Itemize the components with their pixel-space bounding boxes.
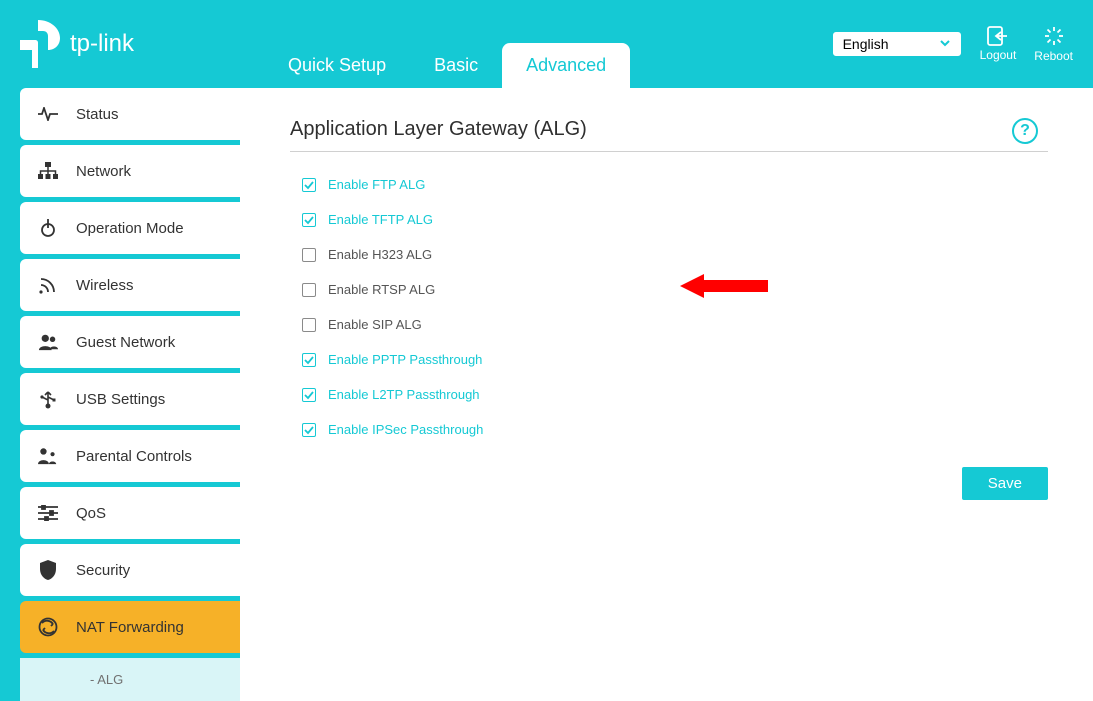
logout-label: Logout <box>980 48 1017 62</box>
sidebar-item-qos[interactable]: QoS <box>20 487 240 539</box>
option-label: Enable IPSec Passthrough <box>328 422 483 437</box>
sidebar-label: Wireless <box>76 277 134 294</box>
sidebar: Status Network Operation Mode Wireless G… <box>0 88 240 701</box>
option-row: Enable FTP ALG <box>302 177 1048 192</box>
tab-advanced[interactable]: Advanced <box>502 43 630 88</box>
chevron-down-icon <box>939 36 951 52</box>
main-tabs: Quick Setup Basic Advanced <box>264 0 630 88</box>
language-select[interactable]: English <box>832 31 962 57</box>
sidebar-item-guest-network[interactable]: Guest Network <box>20 316 240 368</box>
option-label: Enable FTP ALG <box>328 177 425 192</box>
guest-network-icon <box>38 332 58 352</box>
sidebar-item-wireless[interactable]: Wireless <box>20 259 240 311</box>
sidebar-item-usb-settings[interactable]: USB Settings <box>20 373 240 425</box>
sidebar-sub-label: - ALG <box>90 672 123 687</box>
option-label: Enable PPTP Passthrough <box>328 352 482 367</box>
top-bar: tp-link Quick Setup Basic Advanced Engli… <box>0 0 1093 88</box>
checkbox[interactable] <box>302 423 316 437</box>
checkbox[interactable] <box>302 213 316 227</box>
reboot-label: Reboot <box>1034 49 1073 63</box>
sidebar-label: QoS <box>76 505 106 522</box>
sidebar-label: Parental Controls <box>76 448 192 465</box>
reboot-icon <box>1043 25 1065 47</box>
option-label: Enable H323 ALG <box>328 247 432 262</box>
sidebar-label: Guest Network <box>76 334 175 351</box>
option-row: Enable RTSP ALG <box>302 282 1048 297</box>
option-row: Enable TFTP ALG <box>302 212 1048 227</box>
tab-quick-setup[interactable]: Quick Setup <box>264 43 410 88</box>
sidebar-item-network[interactable]: Network <box>20 145 240 197</box>
option-row: Enable H323 ALG <box>302 247 1048 262</box>
sidebar-item-operation-mode[interactable]: Operation Mode <box>20 202 240 254</box>
sidebar-label: Status <box>76 106 119 123</box>
checkbox[interactable] <box>302 283 316 297</box>
parental-controls-icon <box>38 446 58 466</box>
language-value: English <box>843 36 889 52</box>
checkbox[interactable] <box>302 318 316 332</box>
option-label: Enable TFTP ALG <box>328 212 433 227</box>
option-row: Enable PPTP Passthrough <box>302 352 1048 367</box>
checkbox[interactable] <box>302 353 316 367</box>
highlight-arrow-icon <box>680 271 770 301</box>
logout-icon <box>987 26 1009 46</box>
checkbox[interactable] <box>302 178 316 192</box>
option-label: Enable SIP ALG <box>328 317 422 332</box>
checkbox[interactable] <box>302 388 316 402</box>
sidebar-item-parental-controls[interactable]: Parental Controls <box>20 430 240 482</box>
sidebar-subitem-alg[interactable]: - ALG <box>20 658 240 701</box>
option-label: Enable RTSP ALG <box>328 282 435 297</box>
wireless-icon <box>38 275 58 295</box>
nat-forwarding-icon <box>38 617 58 637</box>
sidebar-item-security[interactable]: Security <box>20 544 240 596</box>
tp-link-logo-icon <box>20 20 62 68</box>
usb-icon <box>38 389 58 409</box>
alg-options: Enable FTP ALG Enable TFTP ALG Enable H323… <box>290 177 1048 437</box>
sidebar-label: Network <box>76 163 131 180</box>
sidebar-label: Operation Mode <box>76 220 184 237</box>
save-button[interactable]: Save <box>962 467 1048 500</box>
status-icon <box>38 104 58 124</box>
sidebar-item-status[interactable]: Status <box>20 88 240 140</box>
main-panel: ? Application Layer Gateway (ALG) Enable… <box>240 88 1093 701</box>
qos-icon <box>38 503 58 523</box>
sidebar-label: NAT Forwarding <box>76 619 184 636</box>
sidebar-item-nat-forwarding[interactable]: NAT Forwarding <box>20 601 240 653</box>
option-row: Enable L2TP Passthrough <box>302 387 1048 402</box>
security-icon <box>38 560 58 580</box>
option-row: Enable IPSec Passthrough <box>302 422 1048 437</box>
section-title: Application Layer Gateway (ALG) <box>290 118 1048 152</box>
reboot-button[interactable]: Reboot <box>1034 25 1073 63</box>
network-icon <box>38 161 58 181</box>
checkbox[interactable] <box>302 248 316 262</box>
sidebar-label: Security <box>76 562 130 579</box>
tab-basic[interactable]: Basic <box>410 43 502 88</box>
brand-text: tp-link <box>70 30 134 58</box>
brand-logo: tp-link <box>20 20 134 68</box>
option-row: Enable SIP ALG <box>302 317 1048 332</box>
help-icon[interactable]: ? <box>1012 118 1038 144</box>
logout-button[interactable]: Logout <box>980 26 1017 62</box>
sidebar-label: USB Settings <box>76 391 165 408</box>
option-label: Enable L2TP Passthrough <box>328 387 480 402</box>
operation-mode-icon <box>38 218 58 238</box>
